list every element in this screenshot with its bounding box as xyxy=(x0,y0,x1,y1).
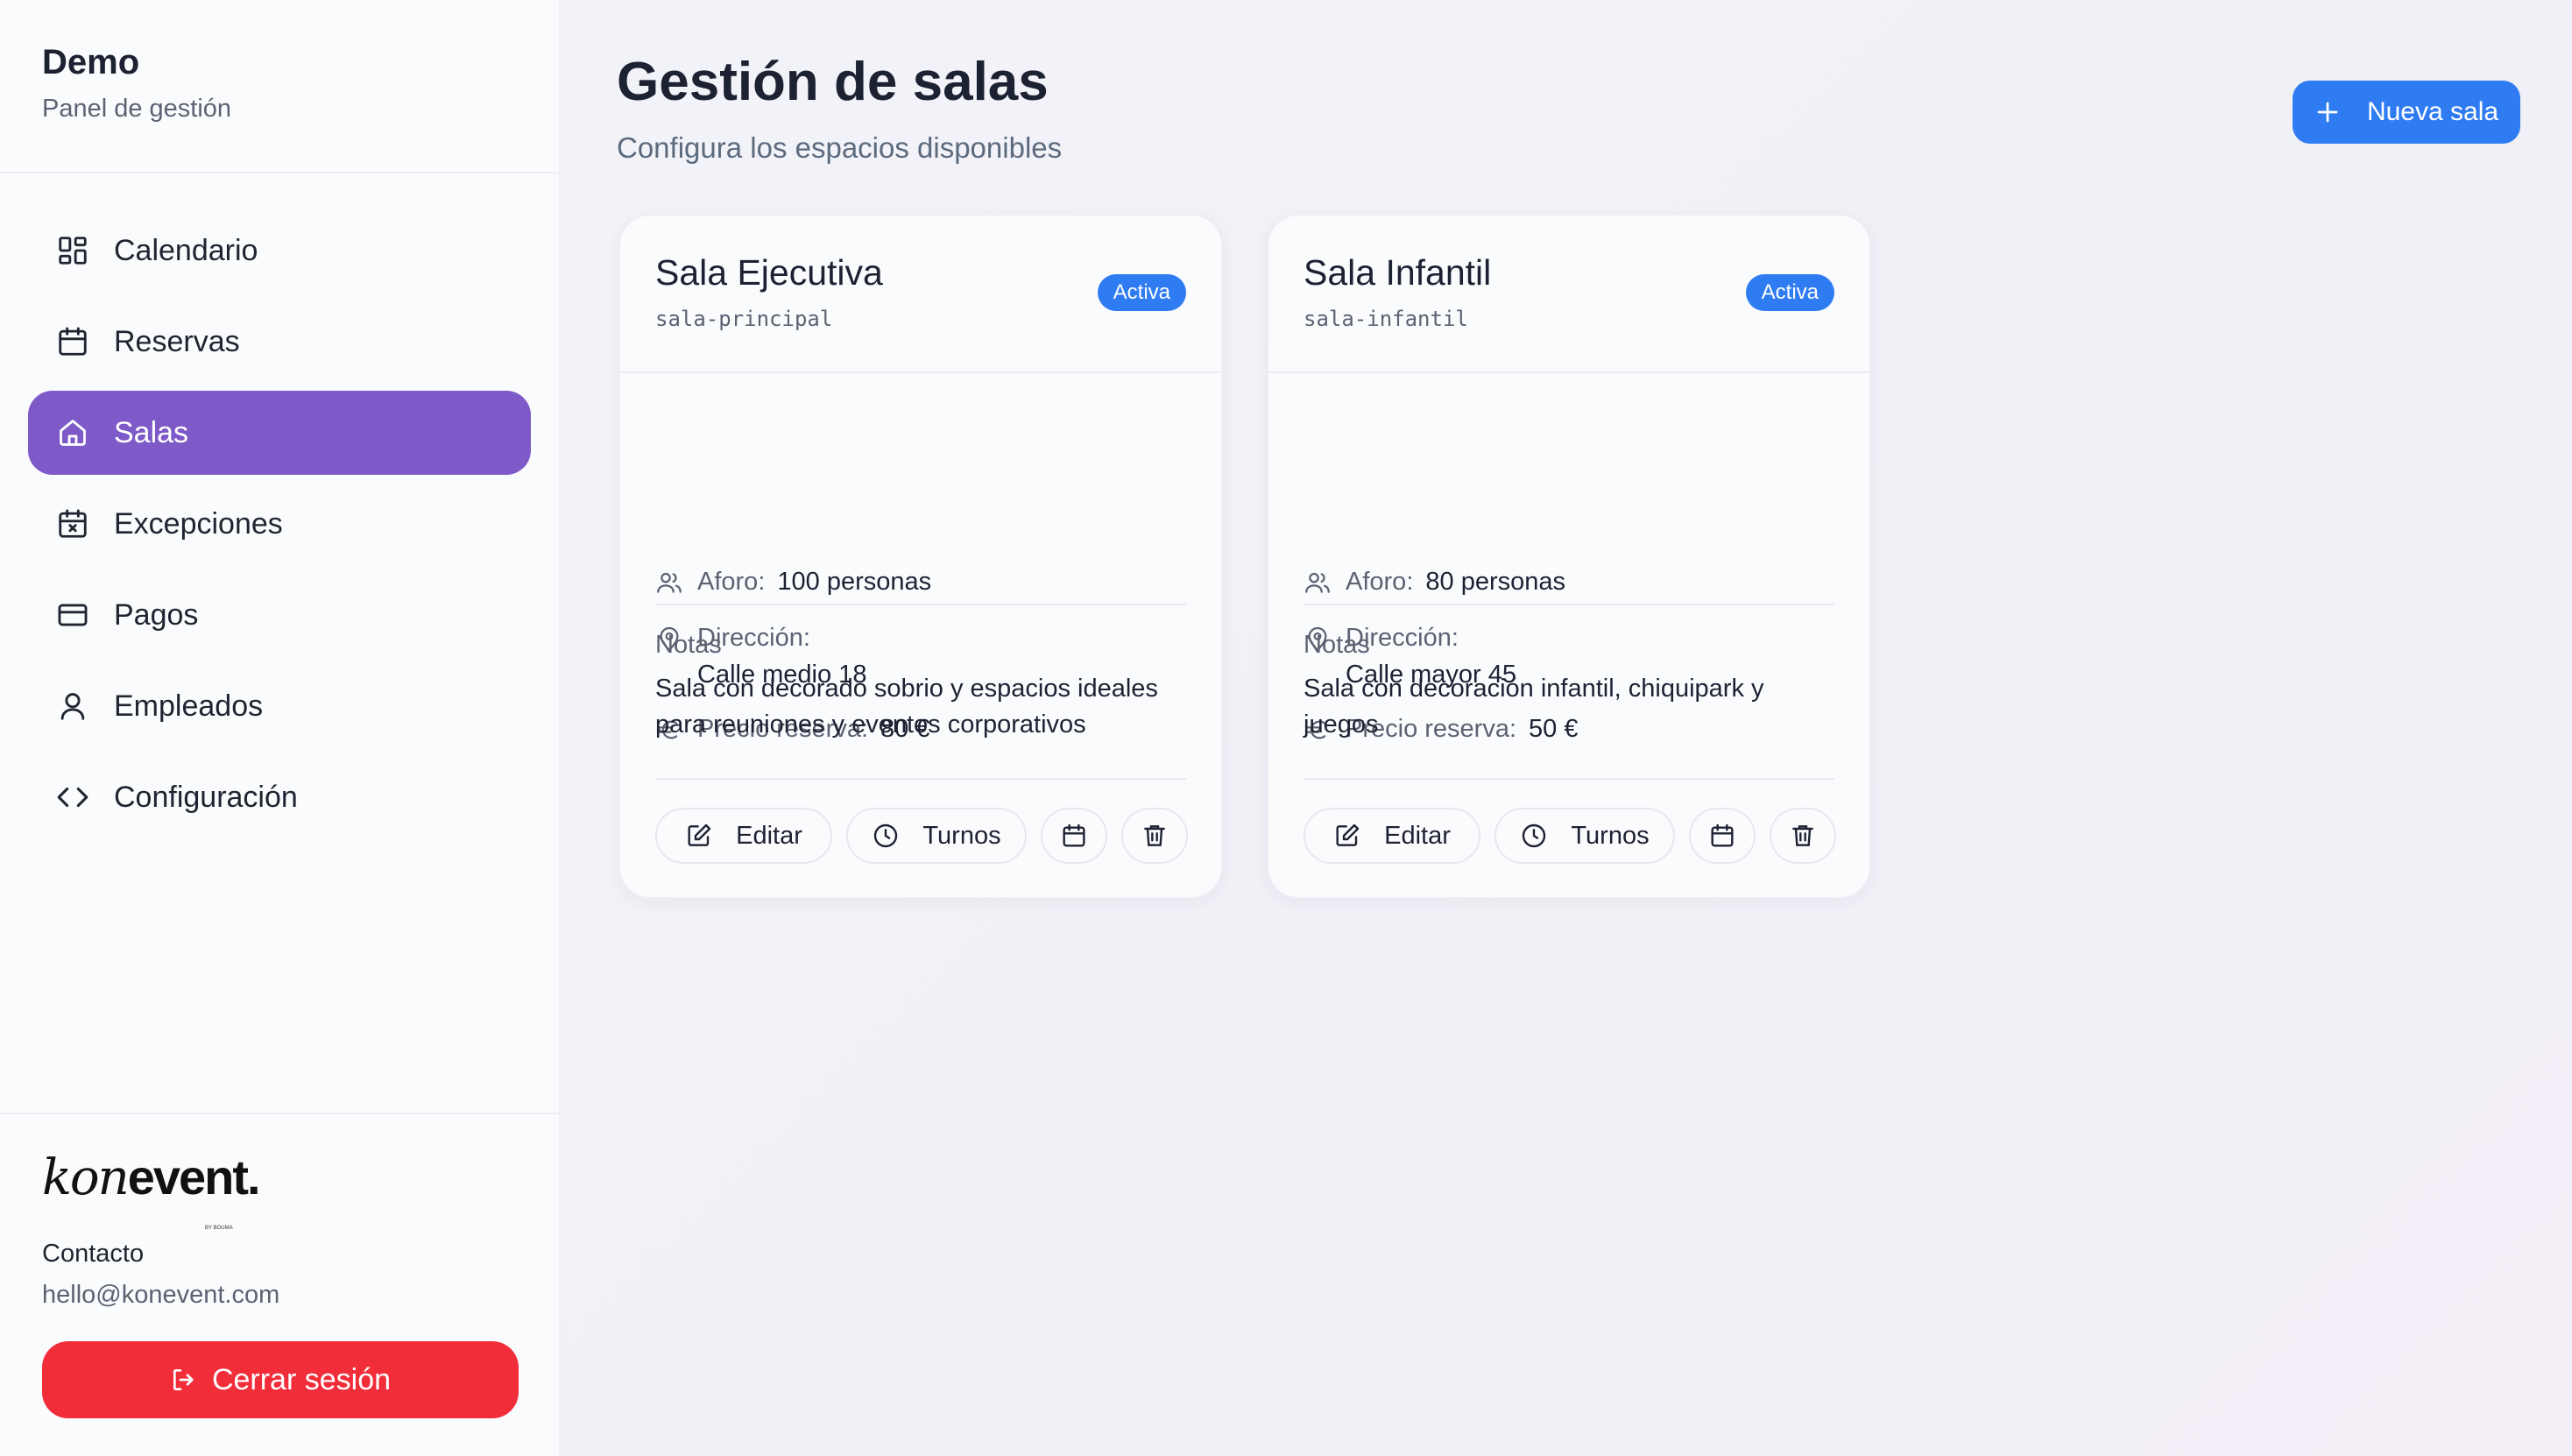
delete-button[interactable] xyxy=(1121,808,1188,864)
logout-label: Cerrar sesión xyxy=(211,1362,392,1396)
calendar-x-icon xyxy=(56,507,89,541)
user-icon xyxy=(56,689,89,723)
edit-button[interactable]: Editar xyxy=(655,808,832,864)
room-card-header: Sala Ejecutiva sala-principal Activa xyxy=(620,216,1221,373)
notes-text: Sala con decoración infantil, chiquipark… xyxy=(1304,675,1764,739)
sidebar-item-label: Salas xyxy=(114,415,189,449)
room-card-header: Sala Infantil sala-infantil Activa xyxy=(1268,216,1869,373)
room-card: Sala Ejecutiva sala-principal Activa Afo… xyxy=(618,214,1223,899)
room-card: Sala Infantil sala-infantil Activa Aforo… xyxy=(1267,214,1871,899)
konevent-logo: konevent. BY BOUMA xyxy=(42,1149,261,1232)
sidebar: Demo Panel de gestión Calendario Reserva… xyxy=(0,0,561,1456)
room-slug: sala-principal xyxy=(655,307,833,331)
sidebar-brand: Demo Panel de gestión xyxy=(0,0,559,173)
sidebar-footer: konevent. BY BOUMA Contacto hello@koneve… xyxy=(0,1113,559,1456)
plus-icon xyxy=(2317,102,2338,123)
sidebar-item-excepciones[interactable]: Excepciones xyxy=(28,482,531,566)
sidebar-item-label: Pagos xyxy=(114,597,199,632)
calendar-icon xyxy=(1711,823,1734,847)
page-title: Gestión de salas xyxy=(617,52,1049,112)
card-actions: Editar Turnos xyxy=(1304,808,1850,864)
trash-icon xyxy=(1144,825,1165,846)
users-icon xyxy=(1305,572,1330,593)
brand-subtitle: Panel de gestión xyxy=(42,95,232,123)
sidebar-item-label: Calendario xyxy=(114,233,258,267)
trash-icon xyxy=(1792,825,1813,846)
sidebar-item-calendario[interactable]: Calendario xyxy=(28,209,531,293)
sidebar-item-reservas[interactable]: Reservas xyxy=(28,300,531,384)
divider xyxy=(1304,778,1834,780)
sidebar-item-label: Excepciones xyxy=(114,506,283,541)
code-icon xyxy=(56,781,89,814)
sidebar-item-label: Reservas xyxy=(114,324,240,358)
calendar-icon xyxy=(1063,823,1085,847)
sidebar-item-pagos[interactable]: Pagos xyxy=(28,573,531,657)
sidebar-item-configuracion[interactable]: Configuración xyxy=(28,755,531,839)
contact-label: Contacto xyxy=(42,1240,145,1268)
sidebar-item-salas[interactable]: Salas xyxy=(28,391,531,475)
logout-button[interactable]: Cerrar sesión xyxy=(42,1341,519,1418)
status-badge: Activa xyxy=(1097,274,1186,311)
home-icon xyxy=(56,416,89,449)
room-title: Sala Infantil xyxy=(1304,252,1492,293)
sidebar-item-empleados[interactable]: Empleados xyxy=(28,664,531,748)
notes-text: Sala con decorado sobrio y espacios idea… xyxy=(655,675,1158,739)
brand-title: Demo xyxy=(42,43,140,81)
calendar-button[interactable] xyxy=(1041,808,1107,864)
edit-icon xyxy=(1336,823,1360,846)
calendar-button[interactable] xyxy=(1689,808,1756,864)
edit-button[interactable]: Editar xyxy=(1304,808,1480,864)
new-room-label: Nueva sala xyxy=(2366,97,2499,126)
capacity-value: 80 personas xyxy=(1425,568,1565,596)
contact-email[interactable]: hello@konevent.com xyxy=(42,1281,517,1310)
sidebar-item-label: Configuración xyxy=(114,780,298,814)
shifts-button[interactable]: Turnos xyxy=(1494,808,1675,864)
sidebar-item-label: Empleados xyxy=(114,689,264,723)
shifts-button[interactable]: Turnos xyxy=(846,808,1027,864)
logout-icon xyxy=(173,1369,194,1390)
capacity-row: Aforo: 80 personas xyxy=(1304,568,1565,597)
credit-card-icon xyxy=(56,598,89,632)
sidebar-nav: Calendario Reservas Salas Excepciones Pa… xyxy=(0,173,559,839)
calendar-icon xyxy=(56,325,89,358)
users-icon xyxy=(657,572,682,593)
edit-icon xyxy=(688,823,711,846)
clock-icon xyxy=(1523,823,1546,848)
clock-icon xyxy=(874,823,898,848)
page-subtitle: Configura los espacios disponibles xyxy=(617,131,1063,164)
notes-label: Notas xyxy=(655,631,722,659)
capacity-value: 100 personas xyxy=(777,568,932,596)
divider xyxy=(655,778,1186,780)
dashboard-grid-icon xyxy=(56,234,89,267)
divider xyxy=(655,604,1186,605)
capacity-row: Aforo: 100 personas xyxy=(655,568,931,597)
status-badge: Activa xyxy=(1745,274,1834,311)
divider xyxy=(1304,604,1834,605)
new-room-button[interactable]: Nueva sala xyxy=(2293,81,2520,144)
notes-label: Notas xyxy=(1304,631,1370,659)
delete-button[interactable] xyxy=(1770,808,1836,864)
card-actions: Editar Turnos xyxy=(655,808,1202,864)
room-slug: sala-infantil xyxy=(1304,307,1468,331)
room-title: Sala Ejecutiva xyxy=(655,252,883,293)
